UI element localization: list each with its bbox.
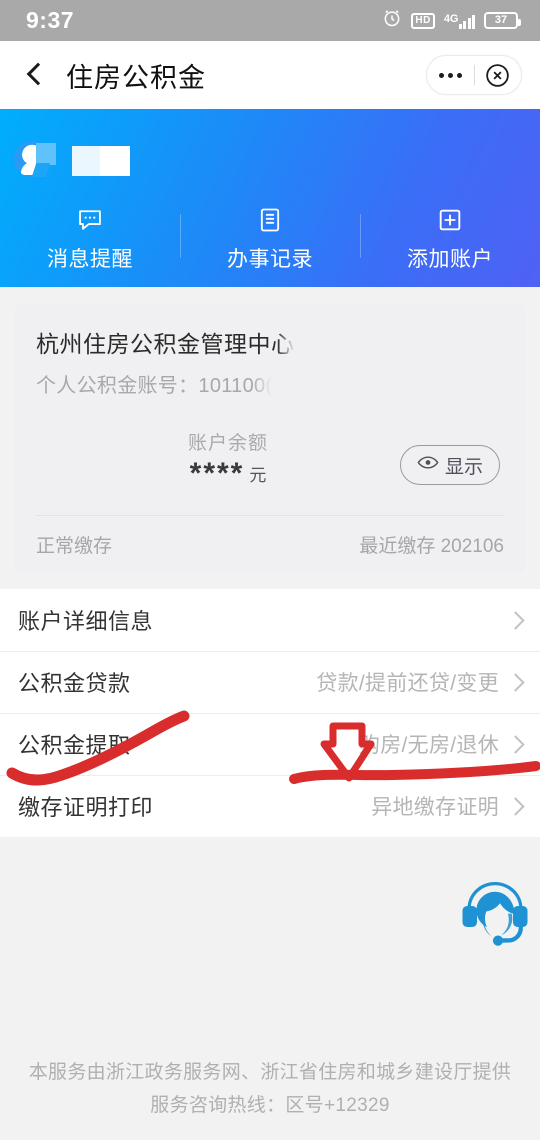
account-number: 个人公积金账号：101100( bbox=[36, 369, 279, 398]
menu-row-hint: 购房/无房/退休 bbox=[358, 734, 499, 757]
account-card-wrapper: 杭州住房公积金管理中心 个人公积金账号：101100( 账户余额 **** 元 bbox=[0, 287, 540, 573]
message-bubble-icon bbox=[76, 206, 104, 234]
network-type-label: 4G bbox=[443, 12, 459, 25]
balance-masked-value: **** bbox=[189, 457, 245, 490]
battery-icon: 37 bbox=[484, 12, 521, 29]
menu-row-right: 贷款/提前还贷/变更 bbox=[316, 667, 525, 697]
alarm-clock-icon bbox=[382, 8, 402, 33]
account-card[interactable]: 杭州住房公积金管理中心 个人公积金账号：101100( 账户余额 **** 元 bbox=[14, 303, 526, 573]
menu-row-right bbox=[499, 610, 525, 630]
menu-row-right: 异地缴存证明 bbox=[371, 791, 525, 821]
close-circle-icon[interactable] bbox=[475, 62, 522, 89]
last-deposit-period: 最近缴存 202106 bbox=[359, 536, 504, 557]
hero-action-service-records[interactable]: 办事记录 bbox=[180, 206, 360, 273]
menu-row-label: 公积金提取 bbox=[18, 733, 131, 758]
username-redaction-mask bbox=[72, 146, 130, 176]
nav-bar: 住房公积金 bbox=[0, 41, 540, 109]
title-fade-overlay bbox=[276, 325, 297, 359]
account-card-footer: 正常缴存 最近缴存 202106 bbox=[36, 515, 504, 573]
menu-row-label: 缴存证明打印 bbox=[18, 795, 154, 820]
hero-action-add-account[interactable]: 添加账户 bbox=[360, 206, 540, 273]
customer-service-headset-icon[interactable] bbox=[456, 878, 534, 954]
phone-screen: 9:37 HD 4G 37 住房公积金 消息提醒 办事记录 添加账户 杭州住房公… bbox=[0, 0, 540, 1140]
menu-row-deposit-certificate-print[interactable]: 缴存证明打印 异地缴存证明 bbox=[0, 775, 540, 837]
show-balance-button[interactable]: 显示 bbox=[400, 445, 500, 485]
avatar-redaction-mask-2 bbox=[31, 163, 51, 177]
account-institution-name: 杭州住房公积金管理中心 bbox=[36, 325, 297, 359]
hero-action-label: 添加账户 bbox=[407, 248, 493, 271]
signal-icon: 4G bbox=[444, 13, 475, 29]
menu-row-label: 账户详细信息 bbox=[18, 609, 154, 634]
menu-row-label: 公积金贷款 bbox=[18, 671, 131, 696]
avatar-redaction-mask bbox=[36, 143, 56, 165]
menu-row-fund-loan[interactable]: 公积金贷款 贷款/提前还贷/变更 bbox=[0, 651, 540, 713]
chevron-right-icon bbox=[506, 610, 525, 630]
hero-action-message-alerts[interactable]: 消息提醒 bbox=[0, 206, 180, 273]
mini-program-capsule bbox=[426, 55, 522, 95]
menu-list: 账户详细信息 公积金贷款 贷款/提前还贷/变更 公积金提取 购房/无房/退休 缴… bbox=[0, 589, 540, 837]
footer-line-2: 服务咨询热线：区号+12329 bbox=[150, 1094, 390, 1116]
menu-row-right: 购房/无房/退休 bbox=[358, 729, 525, 759]
hero-banner: 消息提醒 办事记录 添加账户 bbox=[0, 109, 540, 287]
status-icon-group: HD 4G 37 bbox=[382, 8, 521, 33]
back-chevron-icon[interactable] bbox=[22, 62, 48, 88]
balance-row: 账户余额 **** 元 显示 bbox=[36, 428, 504, 515]
chevron-right-icon bbox=[506, 672, 525, 692]
menu-row-account-details[interactable]: 账户详细信息 bbox=[0, 589, 540, 651]
balance-currency-unit: 元 bbox=[249, 465, 267, 485]
hero-action-label: 办事记录 bbox=[227, 248, 313, 271]
menu-row-fund-withdrawal[interactable]: 公积金提取 购房/无房/退休 bbox=[0, 713, 540, 775]
hero-user-block bbox=[14, 141, 130, 181]
deposit-status: 正常缴存 bbox=[36, 536, 113, 557]
status-time: 9:37 bbox=[26, 7, 75, 33]
plus-square-icon bbox=[436, 206, 464, 234]
menu-row-hint: 异地缴存证明 bbox=[371, 796, 499, 819]
hero-action-label: 消息提醒 bbox=[47, 248, 133, 271]
status-bar: 9:37 HD 4G 37 bbox=[0, 0, 540, 41]
battery-level-label: 37 bbox=[494, 14, 508, 26]
page-title: 住房公积金 bbox=[66, 62, 206, 93]
chevron-right-icon bbox=[506, 734, 525, 754]
account-number-fade-overlay bbox=[252, 369, 279, 398]
menu-row-hint: 贷款/提前还贷/变更 bbox=[316, 672, 499, 695]
balance-label: 账户余额 bbox=[187, 433, 268, 454]
hero-action-bar: 消息提醒 办事记录 添加账户 bbox=[0, 206, 540, 273]
footer-line-1: 本服务由浙江政务服务网、浙江省住房和城乡建设厅提供 bbox=[28, 1061, 512, 1083]
document-record-icon bbox=[256, 206, 284, 234]
more-dots-icon[interactable] bbox=[427, 72, 474, 78]
footer-disclaimer: 本服务由浙江政务服务网、浙江省住房和城乡建设厅提供 服务咨询热线：区号+1232… bbox=[0, 1056, 540, 1123]
hd-icon: HD bbox=[411, 12, 435, 29]
user-avatar-icon bbox=[14, 141, 56, 181]
chevron-right-icon bbox=[506, 796, 525, 816]
show-balance-label: 显示 bbox=[444, 456, 483, 478]
balance-block: 账户余额 **** 元 bbox=[36, 428, 400, 489]
eye-icon bbox=[417, 454, 439, 476]
balance-value-group: **** 元 bbox=[56, 459, 400, 489]
